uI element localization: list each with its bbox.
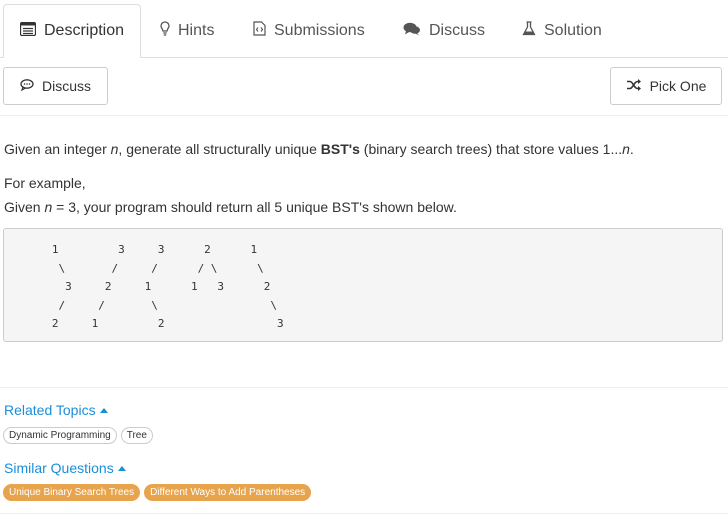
tag-different-ways-to-add-parentheses[interactable]: Different Ways to Add Parentheses: [144, 484, 312, 501]
tab-discuss[interactable]: Discuss: [403, 4, 485, 58]
example-label: For example,: [4, 175, 86, 191]
related-topics-tags: Dynamic Programming Tree: [3, 427, 153, 444]
tab-solution-label: Solution: [544, 22, 602, 39]
discuss-button-label: Discuss: [41, 78, 91, 94]
tab-description-label: Description: [44, 22, 125, 39]
desc-text-1: Given an integer: [4, 141, 111, 157]
code-file-icon: [253, 21, 266, 41]
discuss-button[interactable]: Discuss: [3, 67, 108, 105]
similar-questions-toggle[interactable]: Similar Questions: [4, 460, 126, 476]
desc-text-4: .: [629, 141, 634, 157]
desc-text-2: , generate all structurally unique: [118, 141, 321, 157]
desc-var-n-end: n: [622, 141, 630, 157]
tab-hints-label: Hints: [178, 22, 215, 39]
caret-up-icon: [117, 465, 126, 471]
tab-submissions[interactable]: Submissions: [253, 4, 365, 58]
problem-description: Given an integer n , generate all structu…: [4, 141, 634, 157]
divider: [0, 115, 728, 116]
tab-solution[interactable]: Solution: [522, 4, 602, 58]
caret-up-icon: [99, 407, 108, 413]
document-icon: [19, 21, 37, 41]
comment-icon: [20, 78, 34, 94]
divider: [0, 387, 728, 388]
tab-bar: Description Hints Submissions Discuss So…: [0, 0, 728, 58]
related-topics-toggle[interactable]: Related Topics: [4, 402, 108, 418]
pick-one-button[interactable]: Pick One: [610, 67, 722, 105]
divider: [0, 513, 728, 514]
tab-submissions-label: Submissions: [274, 22, 365, 39]
given-text: Given n = 3, your program should return …: [4, 199, 457, 215]
flask-icon: [522, 21, 536, 41]
pick-one-button-label: Pick One: [649, 78, 707, 94]
tab-hints[interactable]: Hints: [160, 4, 214, 58]
shuffle-icon: [626, 78, 642, 94]
tag-dynamic-programming[interactable]: Dynamic Programming: [3, 427, 117, 444]
given-text-1: Given: [4, 199, 45, 215]
code-block: 1 3 3 2 1 \ / / / \ \ 3 2 1 1 3 2 / / \ …: [3, 228, 723, 342]
tab-description[interactable]: Description: [3, 4, 141, 58]
desc-text-3: (binary search trees) that store values …: [359, 141, 623, 157]
similar-questions-title: Similar Questions: [4, 460, 114, 476]
tag-unique-binary-search-trees[interactable]: Unique Binary Search Trees: [3, 484, 141, 501]
comments-icon: [403, 22, 421, 41]
bst-diagram-code: 1 3 3 2 1 \ / / / \ \ 3 2 1 1 3 2 / / \ …: [51, 243, 284, 330]
lightbulb-icon: [160, 21, 170, 41]
tab-discuss-label: Discuss: [429, 22, 486, 39]
given-text-2: = 3, your program should return all 5 un…: [52, 199, 457, 215]
desc-bold-bst: BST's: [320, 141, 360, 157]
similar-questions-tags: Unique Binary Search Trees Different Way…: [3, 484, 312, 501]
related-topics-title: Related Topics: [4, 402, 96, 418]
tag-tree[interactable]: Tree: [120, 427, 153, 444]
